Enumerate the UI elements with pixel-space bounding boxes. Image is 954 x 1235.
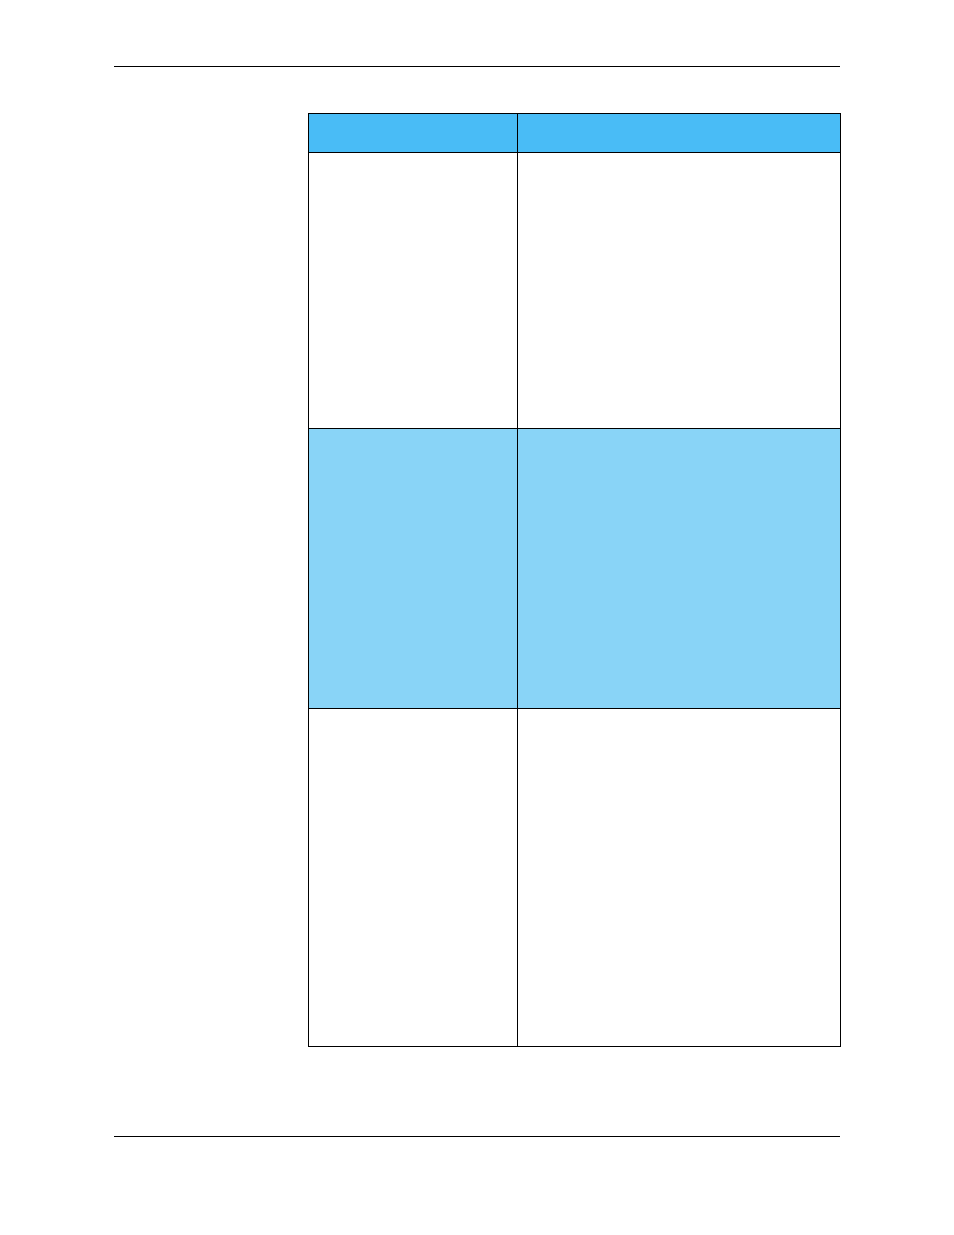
top-rule bbox=[114, 66, 840, 67]
document-page bbox=[0, 0, 954, 1235]
table-row bbox=[309, 709, 841, 1047]
content-table bbox=[308, 113, 841, 1047]
table-cell bbox=[309, 709, 518, 1047]
table-cell bbox=[518, 153, 841, 429]
table-cell bbox=[518, 709, 841, 1047]
table-row bbox=[309, 429, 841, 709]
table-header-cell bbox=[309, 114, 518, 153]
table-row bbox=[309, 153, 841, 429]
table-header-cell bbox=[518, 114, 841, 153]
table-cell bbox=[309, 429, 518, 709]
table-cell bbox=[309, 153, 518, 429]
bottom-rule bbox=[114, 1136, 840, 1137]
table-cell bbox=[518, 429, 841, 709]
